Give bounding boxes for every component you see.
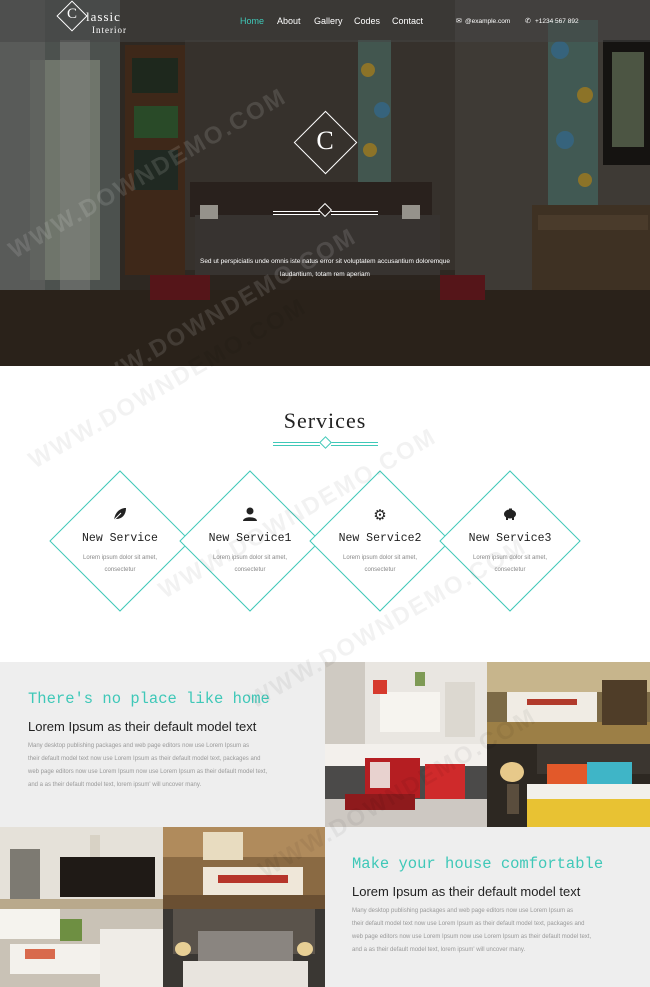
armchair-room-photo[interactable] [0,827,163,909]
yellow-bed-photo[interactable] [487,744,650,827]
nav-gallery[interactable]: Gallery [314,16,343,26]
nav-home[interactable]: Home [240,16,264,26]
logo-letter[interactable]: C [66,6,78,23]
service-name-4[interactable]: New Service3 [455,532,565,545]
piggy-bank-icon [500,506,520,526]
phone-number[interactable]: +1234 567 892 [535,18,579,25]
gear-icon: ⚙ [373,507,387,524]
hero-text-line1: Sed ut perspiciatis unde omnis iste natu… [199,258,450,265]
mail-icon: ✉ [456,18,462,25]
hero-divider-right-2 [331,214,378,215]
headboard-bedroom-photo[interactable] [163,909,325,987]
feature2-body: Many desktop publishing packages and web… [352,908,592,953]
service-desc-4: Lorem ipsum dolor sit amet, consectetur [472,555,548,573]
feature1-subtitle: Lorem Ipsum as their default model text [28,719,257,734]
nav-contact[interactable]: Contact [392,16,423,26]
services-divider-diamond [319,436,332,449]
services-divider-left-2 [273,445,320,446]
logo-subtitle[interactable]: Interior [92,25,127,35]
hero-banner: C lassic Interior Home About Gallery Cod… [0,0,650,366]
nav-codes[interactable]: Codes [354,16,380,26]
nav-about[interactable]: About [277,16,301,26]
hero-divider-left-2 [273,214,320,215]
email-link[interactable]: @example.com [465,18,510,25]
logo-word[interactable]: lassic [86,9,121,25]
feature2-subtitle: Lorem Ipsum as their default model text [352,884,581,899]
services-heading: Services [283,408,367,433]
leaf-icon [110,506,130,526]
bathroom-photo[interactable] [325,662,487,744]
hero-letter: C [316,126,334,155]
feature1-title: There's no place like home [28,690,270,708]
service-desc-2: Lorem ipsum dolor sit amet, consectetur [212,555,288,573]
bedroom-hero-image [0,0,650,366]
wood-bedroom-photo[interactable] [163,827,325,909]
service-desc-1: Lorem ipsum dolor sit amet, consectetur [82,555,158,573]
services-divider-right [331,442,378,443]
service-name-3[interactable]: New Service2 [325,532,435,545]
hotel-bedroom-photo[interactable] [487,662,650,744]
hero-description: Sed ut perspiciatis unde omnis iste natu… [185,255,465,281]
white-living-room-photo[interactable] [0,909,163,987]
services-divider-left [273,442,320,443]
user-icon [240,506,260,526]
hero-divider-left [273,211,320,212]
red-living-room-photo[interactable] [325,744,487,827]
phone-icon: ✆ [525,18,531,25]
hero-divider-right [331,211,378,212]
services-divider-right-2 [331,445,378,446]
service-desc-3: Lorem ipsum dolor sit amet, consectetur [342,555,418,573]
service-name-1[interactable]: New Service [65,532,175,545]
feature2-title: Make your house comfortable [352,855,604,873]
hero-text-line2: laudantium, totam rem aperiam [280,271,370,278]
service-name-2[interactable]: New Service1 [195,532,305,545]
feature1-body: Many desktop publishing packages and web… [28,743,268,788]
